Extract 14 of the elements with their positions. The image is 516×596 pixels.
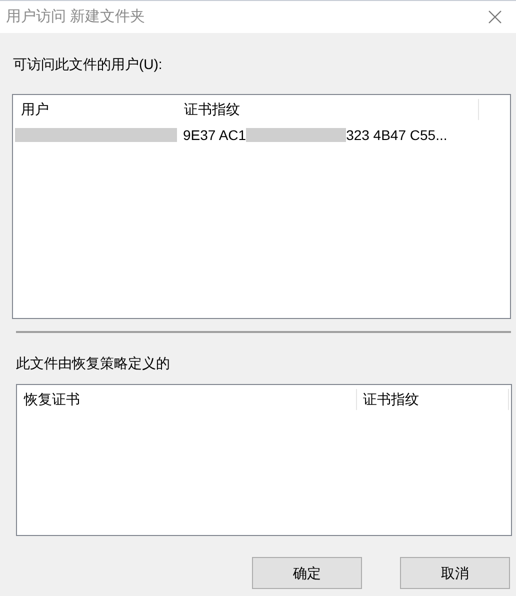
column-header[interactable]: 证书指纹 [183, 98, 479, 120]
section-label: 可访问此文件的用户(U): [13, 56, 162, 72]
column-header[interactable]: 用户 [13, 98, 183, 120]
ok-button[interactable]: 确定 [252, 557, 362, 589]
users-list[interactable]: 用户 证书指纹 9E37 AC1 323 4B47 C55... [12, 94, 511, 319]
column-header[interactable]: 证书指纹 [357, 388, 509, 410]
section-label: 此文件由恢复策略定义的 [16, 355, 170, 371]
thumbprint-text: 9E37 AC1 [183, 126, 246, 144]
window-title: 用户访问 新建文件夹 [6, 6, 146, 27]
cancel-button[interactable]: 取消 [400, 557, 510, 589]
close-icon[interactable] [488, 10, 502, 24]
column-header[interactable]: 恢复证书 [17, 388, 357, 410]
thumbprint-text: 323 4B47 C55... [346, 126, 448, 144]
recovery-list[interactable]: 恢复证书 证书指纹 [16, 384, 512, 536]
